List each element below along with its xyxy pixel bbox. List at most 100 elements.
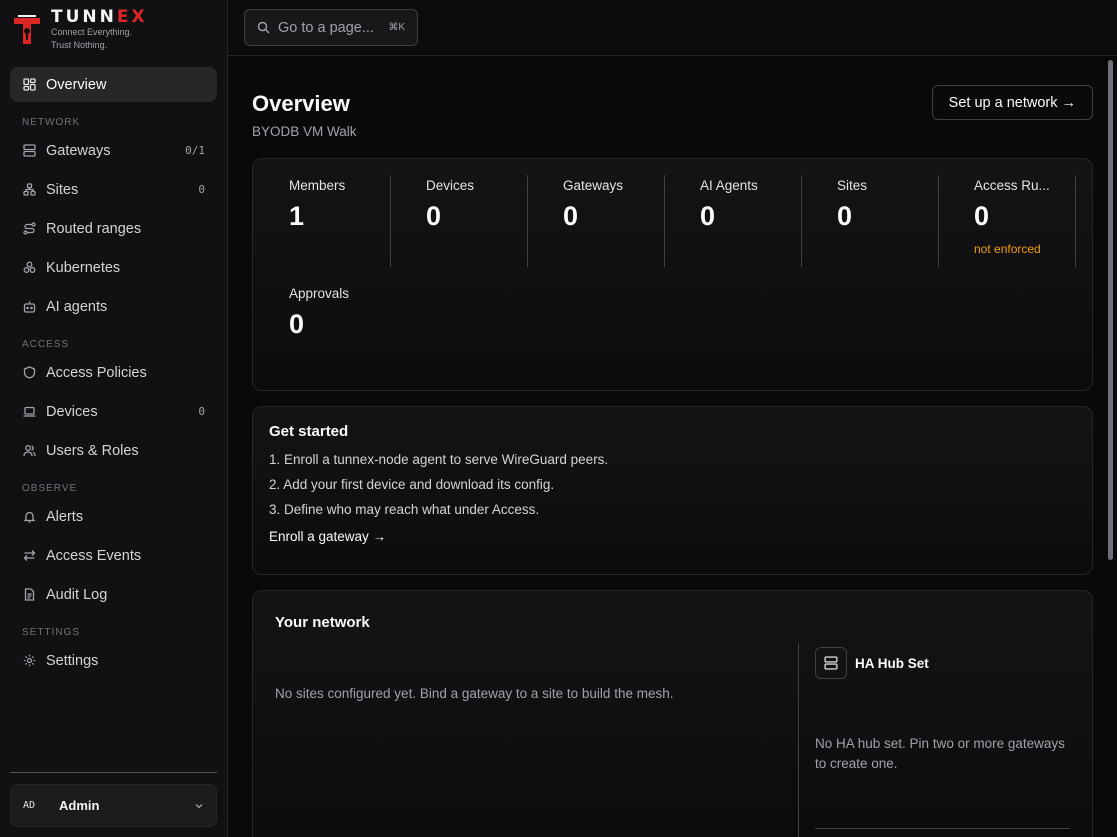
- sidebar-item-label: Settings: [46, 652, 99, 669]
- top-bar: Go to a page... ⌘K: [228, 0, 1117, 56]
- stat-value: 0: [700, 201, 716, 231]
- section-network: NETWORK: [22, 117, 81, 128]
- stat-approvals[interactable]: Approvals 0: [277, 283, 414, 375]
- divider: [1075, 175, 1076, 267]
- laptop-icon: [22, 405, 36, 419]
- stat-label: AI Agents: [700, 178, 758, 193]
- setup-network-button[interactable]: Set up a network →: [931, 85, 1093, 120]
- sidebar-item-sites[interactable]: Sites 0: [10, 172, 217, 207]
- sidebar-item-routed-ranges[interactable]: Routed ranges: [10, 211, 217, 246]
- count-badge: 0: [198, 183, 205, 196]
- stat-label: Access Ru...: [974, 178, 1050, 193]
- sidebar-item-label: Users & Roles: [46, 442, 139, 459]
- sidebar-item-devices[interactable]: Devices 0: [10, 394, 217, 429]
- sidebar-item-label: Overview: [46, 76, 107, 93]
- network-empty-state: No sites configured yet. Bind a gateway …: [275, 686, 674, 701]
- brand-logo[interactable]: TUNNEX Connect Everything. Trust Nothing…: [12, 8, 148, 52]
- page-title: Overview: [252, 91, 350, 116]
- sidebar-item-label: Sites: [46, 181, 79, 198]
- stat-label: Gateways: [563, 178, 624, 193]
- get-started-card: Get started 1. Enroll a tunnex-node agen…: [252, 406, 1093, 575]
- stat-label: Sites: [837, 178, 868, 193]
- stat-gateways[interactable]: Gateways 0: [551, 175, 688, 267]
- status-note: not enforced: [974, 242, 1041, 256]
- arrows-icon: [22, 549, 36, 563]
- get-started-step: 3. Define who may reach what under Acces…: [269, 502, 540, 517]
- section-settings: SETTINGS: [22, 627, 81, 638]
- search-placeholder: Go to a page...: [278, 19, 374, 36]
- sidebar-item-overview[interactable]: Overview: [10, 67, 217, 102]
- divider: [390, 175, 391, 267]
- sidebar-item-gateways[interactable]: Gateways 0/1: [10, 133, 217, 168]
- stat-value: 0: [289, 309, 305, 339]
- divider: [527, 175, 528, 267]
- stat-access-rules[interactable]: Access Ru... 0 not enforced: [962, 175, 1099, 267]
- enroll-gateway-link[interactable]: Enroll a gateway →: [269, 529, 1076, 544]
- user-name: Admin: [59, 798, 100, 813]
- stat-label: Approvals: [289, 286, 350, 301]
- divider: [801, 175, 802, 267]
- divider: [815, 828, 1070, 829]
- server-icon: [22, 144, 36, 158]
- sidebar-item-label: Alerts: [46, 508, 84, 525]
- sidebar-item-ai-agents[interactable]: AI agents: [10, 289, 217, 324]
- divider: [798, 643, 799, 837]
- stat-value: 0: [837, 201, 853, 231]
- grid-icon: [22, 78, 36, 92]
- brand-tagline-1: Connect Everything.: [51, 27, 133, 37]
- page-subtitle: BYODB VM Walk: [252, 124, 357, 139]
- stat-value: 0: [974, 201, 990, 231]
- sidebar-item-label: Access Policies: [46, 364, 147, 381]
- section-observe: OBSERVE: [22, 483, 78, 494]
- sidebar-item-users-roles[interactable]: Users & Roles: [10, 433, 217, 468]
- sidebar: TUNNEX Connect Everything. Trust Nothing…: [0, 0, 228, 837]
- sidebar-item-label: Audit Log: [46, 586, 108, 603]
- sidebar-item-access-events[interactable]: Access Events: [10, 538, 217, 573]
- stat-label: Devices: [426, 178, 475, 193]
- stat-value: 0: [426, 201, 442, 231]
- main-content: Overview BYODB VM Walk Set up a network …: [228, 56, 1117, 837]
- bell-icon: [22, 510, 36, 524]
- server-icon: [815, 647, 847, 679]
- shield-icon: [22, 366, 36, 380]
- file-icon: [22, 588, 36, 602]
- scrollbar[interactable]: [1108, 60, 1113, 560]
- sidebar-nav: Overview NETWORK Gateways 0/1 Sites 0 Ro…: [10, 67, 217, 682]
- brand-name: TUNNEX: [51, 7, 148, 27]
- sidebar-item-label: Devices: [46, 403, 98, 420]
- count-badge: 0: [198, 405, 205, 418]
- brand-tagline-2: Trust Nothing.: [51, 40, 108, 50]
- sidebar-item-kubernetes[interactable]: Kubernetes: [10, 250, 217, 285]
- stat-value: 1: [289, 201, 305, 231]
- network-title: Your network: [275, 614, 370, 631]
- avatar: AD: [23, 800, 36, 811]
- sidebar-divider: [10, 772, 217, 773]
- stats-card: Members 1 Devices 0 Gateways 0 AI Agents…: [252, 158, 1093, 391]
- gear-icon: [22, 654, 36, 668]
- stat-sites[interactable]: Sites 0: [825, 175, 962, 267]
- user-menu[interactable]: AD Admin: [10, 784, 217, 827]
- count-badge: 0/1: [185, 144, 205, 157]
- ha-hub-title: HA Hub Set: [855, 655, 929, 671]
- get-started-title: Get started: [269, 423, 349, 440]
- sidebar-item-audit-log[interactable]: Audit Log: [10, 577, 217, 612]
- get-started-step: 1. Enroll a tunnex-node agent to serve W…: [269, 452, 609, 467]
- boxes-icon: [22, 261, 36, 275]
- stat-members[interactable]: Members 1: [277, 175, 414, 267]
- divider: [664, 175, 665, 267]
- bot-icon: [22, 300, 36, 314]
- section-access: ACCESS: [22, 339, 70, 350]
- sidebar-item-label: Routed ranges: [46, 220, 142, 237]
- ha-hub-panel: HA Hub Set No HA hub set. Pin two or mor…: [815, 647, 1070, 774]
- sidebar-item-access-policies[interactable]: Access Policies: [10, 355, 217, 390]
- stat-devices[interactable]: Devices 0: [414, 175, 551, 267]
- sidebar-item-label: Gateways: [46, 142, 111, 159]
- sidebar-item-label: Kubernetes: [46, 259, 121, 276]
- sidebar-item-alerts[interactable]: Alerts: [10, 499, 217, 534]
- route-icon: [22, 222, 36, 236]
- shortcut-hint: ⌘K: [388, 22, 405, 33]
- search-input[interactable]: Go to a page... ⌘K: [244, 9, 418, 46]
- stat-ai-agents[interactable]: AI Agents 0: [688, 175, 825, 267]
- users-icon: [22, 444, 36, 458]
- sidebar-item-settings[interactable]: Settings: [10, 643, 217, 678]
